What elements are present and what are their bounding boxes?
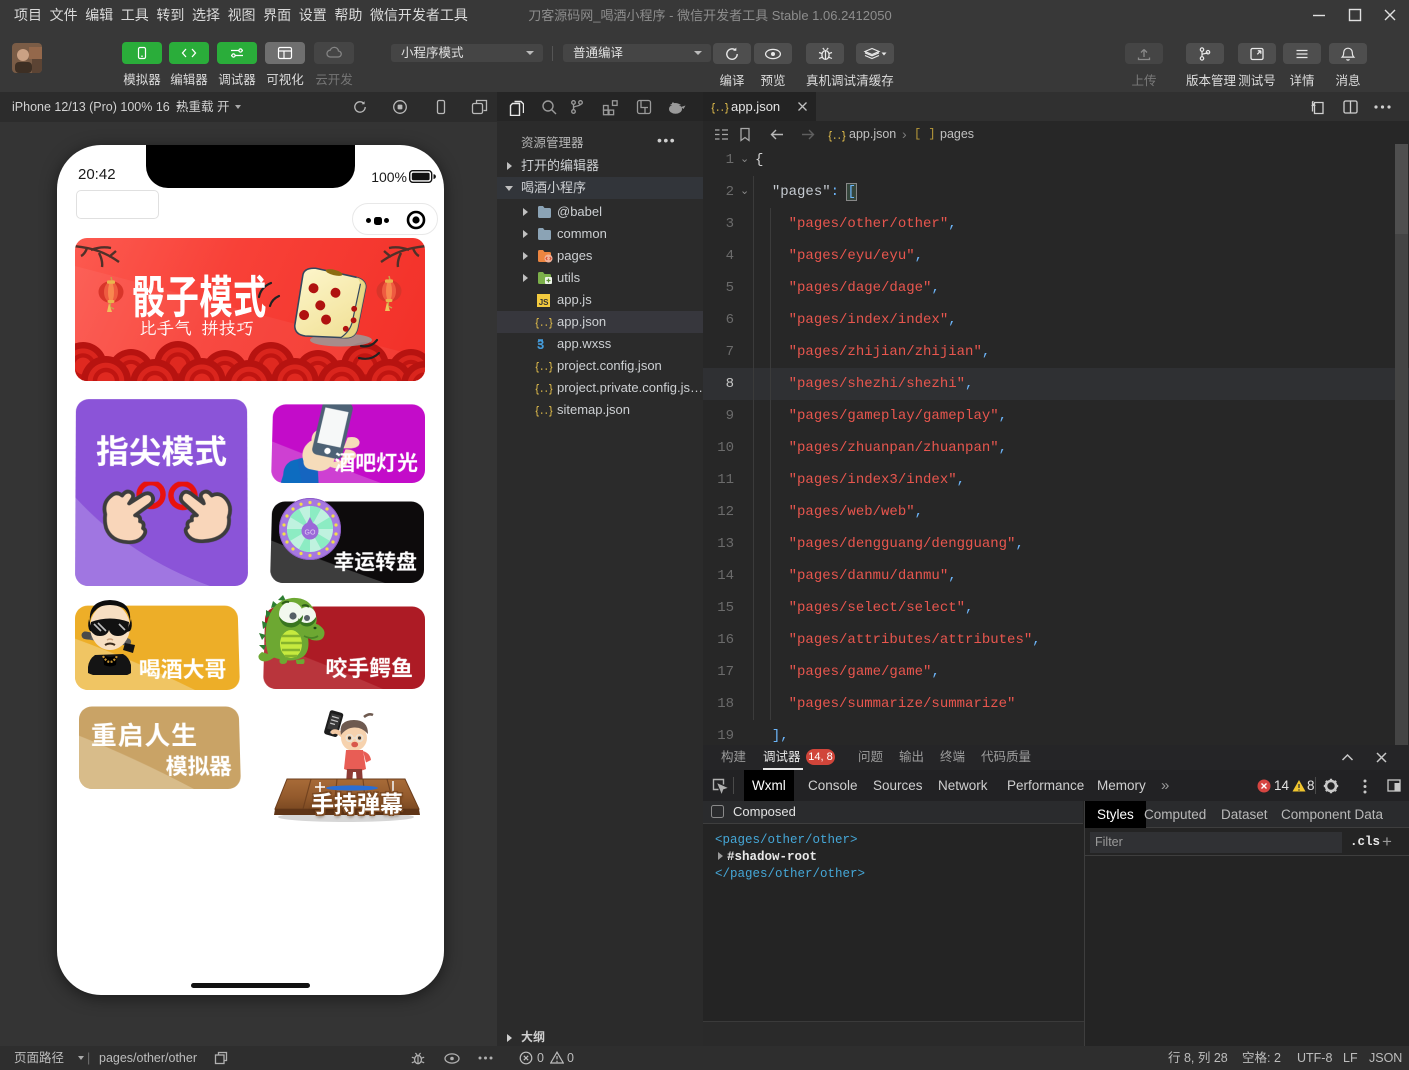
svg-text:GO: GO (305, 530, 316, 537)
svg-text:{..}: {..} (535, 405, 553, 417)
svg-text:{..}: {..} (711, 102, 729, 114)
svg-text:{..}: {..} (535, 361, 553, 373)
svg-text:{..}: {..} (828, 130, 846, 142)
svg-text:{..}: {..} (535, 383, 553, 395)
svg-text:JS: JS (539, 298, 549, 307)
svg-text:{..}: {..} (535, 317, 553, 329)
